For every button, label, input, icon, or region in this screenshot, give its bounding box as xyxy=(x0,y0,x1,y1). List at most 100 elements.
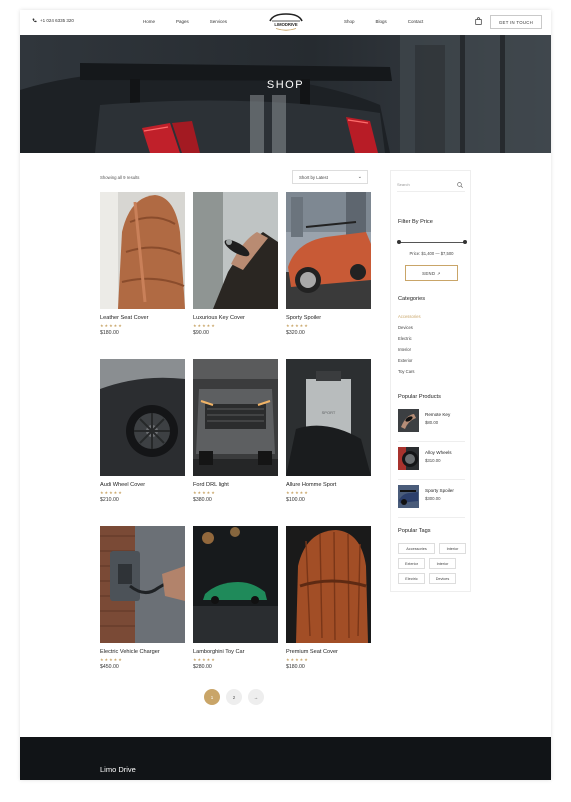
popular-products-heading: Popular Products xyxy=(398,394,441,400)
popular-product-price: $300.00 xyxy=(425,496,441,501)
nav-pages[interactable]: Pages xyxy=(176,19,189,24)
rating-stars: ★★★★★ xyxy=(286,657,309,662)
filter-by-price-heading: Filter By Price xyxy=(398,219,433,225)
nav-contact[interactable]: Contact xyxy=(408,19,424,24)
tag-accessories[interactable]: Accessories xyxy=(398,543,435,554)
nav-shop[interactable]: Shop xyxy=(344,19,355,24)
popular-product-image[interactable] xyxy=(398,485,419,508)
popular-product-item[interactable]: Alloy Wheels $310.00 xyxy=(398,447,465,475)
page-frame: +1 024 6335 320 Home Pages Services LIMO… xyxy=(20,10,551,780)
nav-blogs[interactable]: Blogs xyxy=(376,19,387,24)
send-button[interactable]: SEND ↗ xyxy=(405,265,458,281)
tag-interior[interactable]: Interior xyxy=(439,543,466,554)
product-image[interactable] xyxy=(193,526,278,643)
phone-icon xyxy=(32,18,37,23)
popular-product-item[interactable]: Sporty Spoiler $300.00 xyxy=(398,485,465,513)
product-price: $180.00 xyxy=(100,330,119,336)
phone-contact[interactable]: +1 024 6335 320 xyxy=(32,18,74,23)
product-name[interactable]: Ford DRL light xyxy=(193,482,278,488)
next-page-button[interactable]: → xyxy=(248,689,264,705)
get-in-touch-button[interactable]: GET IN TOUCH xyxy=(490,15,542,29)
site-header: +1 024 6335 320 Home Pages Services LIMO… xyxy=(20,10,551,35)
product-card[interactable]: Premium Seat Cover ★★★★★ $180.00 xyxy=(286,526,371,670)
product-price: $380.00 xyxy=(193,497,212,503)
page-2-button[interactable]: 2 xyxy=(226,689,242,705)
popular-product-name[interactable]: Sporty Spoiler xyxy=(425,488,454,493)
price-slider-track[interactable] xyxy=(398,242,465,243)
tag-exterior[interactable]: Exterior xyxy=(398,558,425,569)
product-image[interactable] xyxy=(193,359,278,476)
price-range-label: Price: $1,400 — $7,500 xyxy=(409,251,454,256)
tag-interior[interactable]: Interior xyxy=(429,558,456,569)
page-1-button[interactable]: 1 xyxy=(204,689,220,705)
product-card[interactable]: Leather Seat Cover ★★★★★ $180.00 xyxy=(100,192,185,336)
category-devices[interactable]: Devices xyxy=(398,325,413,330)
category-interior[interactable]: Interior xyxy=(398,347,411,352)
product-price: $180.00 xyxy=(286,664,305,670)
divider xyxy=(398,479,465,480)
product-image[interactable] xyxy=(193,192,278,309)
nav-home[interactable]: Home xyxy=(143,19,155,24)
tag-devices[interactable]: Devices xyxy=(429,573,456,584)
product-price: $90.00 xyxy=(193,330,209,336)
product-card[interactable]: Ford DRL light ★★★★★ $380.00 xyxy=(193,359,278,503)
rating-stars: ★★★★★ xyxy=(100,323,123,328)
pagination: 1 2 → xyxy=(204,689,264,705)
product-image[interactable] xyxy=(100,526,185,643)
tag-electric[interactable]: Electric xyxy=(398,573,425,584)
nav-services[interactable]: Services xyxy=(210,19,227,24)
category-toy-cars[interactable]: Toy Cars xyxy=(398,369,415,374)
rating-stars: ★★★★★ xyxy=(193,657,216,662)
rating-stars: ★★★★★ xyxy=(286,490,309,495)
popular-product-name[interactable]: Alloy Wheels xyxy=(425,450,452,455)
price-slider-max-handle[interactable] xyxy=(463,240,467,244)
product-card[interactable]: Electric Vehicle Charger ★★★★★ $450.00 xyxy=(100,526,185,670)
product-image[interactable]: SPORT xyxy=(286,359,371,476)
rating-stars: ★★★★★ xyxy=(286,323,309,328)
product-name[interactable]: Allure Homme Sport xyxy=(286,482,371,488)
hero-title: SHOP xyxy=(266,79,305,91)
category-electric[interactable]: Electric xyxy=(398,336,412,341)
site-logo[interactable]: LIMODRIVE xyxy=(267,12,305,33)
product-name[interactable]: Electric Vehicle Charger xyxy=(100,649,185,655)
product-image[interactable] xyxy=(100,192,185,309)
product-image[interactable] xyxy=(286,192,371,309)
product-name[interactable]: Leather Seat Cover xyxy=(100,315,185,321)
product-name[interactable]: Audi Wheel Cover xyxy=(100,482,185,488)
hero-banner: SHOP xyxy=(20,35,551,153)
product-card[interactable]: Luxurious Key Cover ★★★★★ $90.00 xyxy=(193,192,278,336)
product-card[interactable]: Sporty Spoiler ★★★★★ $320.00 xyxy=(286,192,371,336)
chevron-down-icon: ⌄ xyxy=(357,174,362,180)
product-price: $320.00 xyxy=(286,330,305,336)
divider xyxy=(398,441,465,442)
product-price: $280.00 xyxy=(193,664,212,670)
sidebar-search-input[interactable]: Search xyxy=(397,178,465,192)
search-icon[interactable] xyxy=(457,182,463,188)
product-image[interactable] xyxy=(100,359,185,476)
product-card[interactable]: Lamborghini Toy Car ★★★★★ $280.00 xyxy=(193,526,278,670)
category-exterior[interactable]: Exterior xyxy=(398,358,412,363)
product-card[interactable]: SPORT Allure Homme Sport ★★★★★ $100.00 xyxy=(286,359,371,503)
product-price: $210.00 xyxy=(100,497,119,503)
sort-value: Short by Latest xyxy=(299,174,328,180)
product-name[interactable]: Lamborghini Toy Car xyxy=(193,649,278,655)
price-slider-min-handle[interactable] xyxy=(397,240,401,244)
product-name[interactable]: Sporty Spoiler xyxy=(286,315,371,321)
popular-product-price: $80.00 xyxy=(425,420,439,425)
product-image[interactable] xyxy=(286,526,371,643)
hero-car-image xyxy=(20,35,551,153)
product-name[interactable]: Luxurious Key Cover xyxy=(193,315,278,321)
nav-left: Home Pages Services xyxy=(143,19,227,24)
popular-product-item[interactable]: Remote Key $80.00 xyxy=(398,409,465,437)
cart-icon[interactable] xyxy=(475,17,482,25)
product-name[interactable]: Premium Seat Cover xyxy=(286,649,371,655)
popular-product-image[interactable] xyxy=(398,409,419,432)
popular-product-name[interactable]: Remote Key xyxy=(425,412,450,417)
popular-product-image[interactable] xyxy=(398,447,419,470)
product-card[interactable]: Audi Wheel Cover ★★★★★ $210.00 xyxy=(100,359,185,503)
footer-brand: Limo Drive xyxy=(100,765,136,774)
sort-select[interactable]: Short by Latest ⌄ xyxy=(292,170,368,184)
rating-stars: ★★★★★ xyxy=(193,490,216,495)
category-accessories[interactable]: Accessories xyxy=(398,314,421,319)
rating-stars: ★★★★★ xyxy=(100,657,123,662)
